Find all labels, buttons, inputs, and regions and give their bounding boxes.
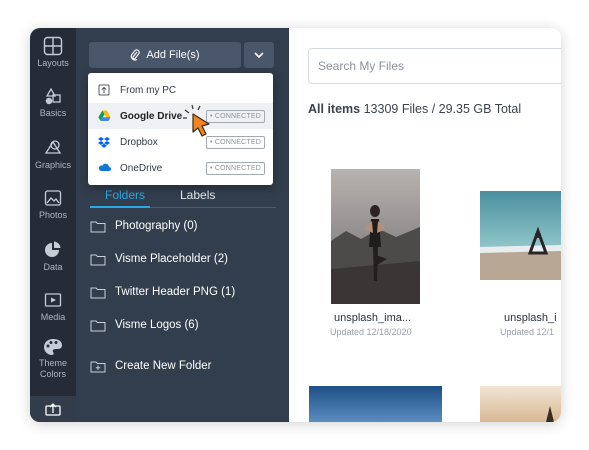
rail-label: Layouts: [37, 58, 69, 68]
photo-sunset: [480, 386, 561, 422]
folder-item[interactable]: Photography (0): [90, 217, 197, 235]
photo-sky: [309, 386, 442, 422]
create-folder-button[interactable]: Create New Folder: [90, 357, 212, 375]
basics-icon: [45, 87, 61, 105]
palette-icon: [44, 339, 62, 355]
rail-item-data[interactable]: Data: [30, 240, 76, 273]
rail-label: Theme Colors: [38, 358, 67, 379]
upload-icon: [45, 403, 61, 416]
rail-label: Data: [43, 262, 63, 272]
app-window: Layouts Basics Graphics Photos Data Medi…: [30, 28, 561, 422]
files-summary: All items 13309 Files / 29.35 GB Total: [308, 102, 521, 116]
rail-label: Basics: [39, 108, 67, 118]
menu-item-onedrive[interactable]: OneDrive • CONNECTED: [88, 155, 273, 181]
folder-icon: [90, 287, 106, 298]
rail-item-uploads[interactable]: [30, 396, 76, 422]
connected-badge: • CONNECTED: [206, 161, 265, 175]
menu-item-label: OneDrive: [120, 162, 163, 174]
summary-counts: 13309 Files / 29.35 GB Total: [363, 102, 522, 116]
photos-icon: [44, 190, 62, 206]
folder-item[interactable]: Visme Placeholder (2): [90, 250, 228, 268]
add-files-menu: From my PC Google Drive • CONNECTED Drop…: [88, 73, 273, 185]
chevron-down-icon: [254, 52, 264, 58]
tab-folders[interactable]: Folders: [105, 188, 145, 202]
add-files-button[interactable]: Add File(s): [89, 42, 241, 68]
tool-rail: Layouts Basics Graphics Photos Data Medi…: [30, 28, 76, 422]
rail-label: Photos: [38, 210, 68, 220]
folder-label: Visme Placeholder (2): [115, 253, 228, 265]
create-folder-label: Create New Folder: [115, 360, 212, 372]
file-name: unsplash_ima...: [334, 312, 412, 324]
folder-label: Twitter Header PNG (1): [115, 286, 236, 298]
menu-item-from-my-pc[interactable]: From my PC: [88, 77, 273, 103]
dropbox-icon: [98, 137, 110, 148]
add-files-label: Add File(s): [146, 49, 200, 61]
folder-plus-icon: [90, 361, 106, 372]
folder-icon: [90, 320, 106, 331]
media-icon: [44, 293, 62, 307]
panel-tabs: Folders Labels: [90, 186, 276, 208]
graphics-icon: [44, 140, 62, 154]
active-tab-indicator: [90, 206, 150, 208]
add-files-dropdown-toggle[interactable]: [244, 42, 274, 68]
folder-label: Visme Logos (6): [115, 319, 199, 331]
folder-icon: [90, 221, 106, 232]
rail-item-media[interactable]: Media: [30, 290, 76, 323]
google-drive-icon: [98, 110, 111, 121]
data-icon: [45, 241, 61, 257]
menu-item-label: Dropbox: [120, 136, 158, 148]
photo-yoga-tree-pose: [331, 169, 420, 304]
menu-item-dropbox[interactable]: Dropbox • CONNECTED: [88, 129, 273, 155]
folder-item[interactable]: Visme Logos (6): [90, 316, 199, 334]
tabs-divider: [150, 206, 276, 208]
tab-labels[interactable]: Labels: [180, 188, 215, 202]
photo-beach-yoga: [480, 191, 561, 280]
rail-label: Media: [40, 312, 66, 322]
file-thumbnail[interactable]: [331, 169, 420, 304]
folder-item[interactable]: Twitter Header PNG (1): [90, 283, 235, 301]
file-name: unsplash_i: [504, 312, 557, 324]
paperclip-icon: [131, 49, 141, 61]
file-thumbnail[interactable]: [480, 191, 561, 280]
onedrive-icon: [98, 163, 111, 171]
file-thumbnail[interactable]: [480, 386, 561, 422]
file-updated-date: Updated 12/18/2020: [330, 327, 412, 337]
rail-item-theme-colors[interactable]: Theme Colors: [30, 338, 76, 380]
summary-title: All items: [308, 102, 361, 116]
upload-pc-icon: [98, 84, 110, 96]
file-updated-date: Updated 12/1: [500, 327, 555, 337]
menu-item-google-drive[interactable]: Google Drive • CONNECTED: [88, 103, 273, 129]
folder-label: Photography (0): [115, 220, 198, 232]
rail-item-basics[interactable]: Basics: [30, 86, 76, 119]
rail-label: Graphics: [34, 160, 71, 170]
rail-item-layouts[interactable]: Layouts: [30, 36, 76, 69]
layouts-icon: [43, 36, 63, 56]
menu-item-label: Google Drive: [120, 110, 183, 122]
menu-item-label: From my PC: [120, 84, 177, 96]
files-main: All items 13309 Files / 29.35 GB Total u…: [289, 28, 561, 422]
mouse-pointer-icon: [183, 104, 210, 137]
folder-icon: [90, 254, 106, 265]
file-thumbnail[interactable]: [309, 386, 442, 422]
search-input[interactable]: [308, 48, 561, 84]
rail-item-photos[interactable]: Photos: [30, 188, 76, 221]
rail-item-graphics[interactable]: Graphics: [30, 138, 76, 171]
